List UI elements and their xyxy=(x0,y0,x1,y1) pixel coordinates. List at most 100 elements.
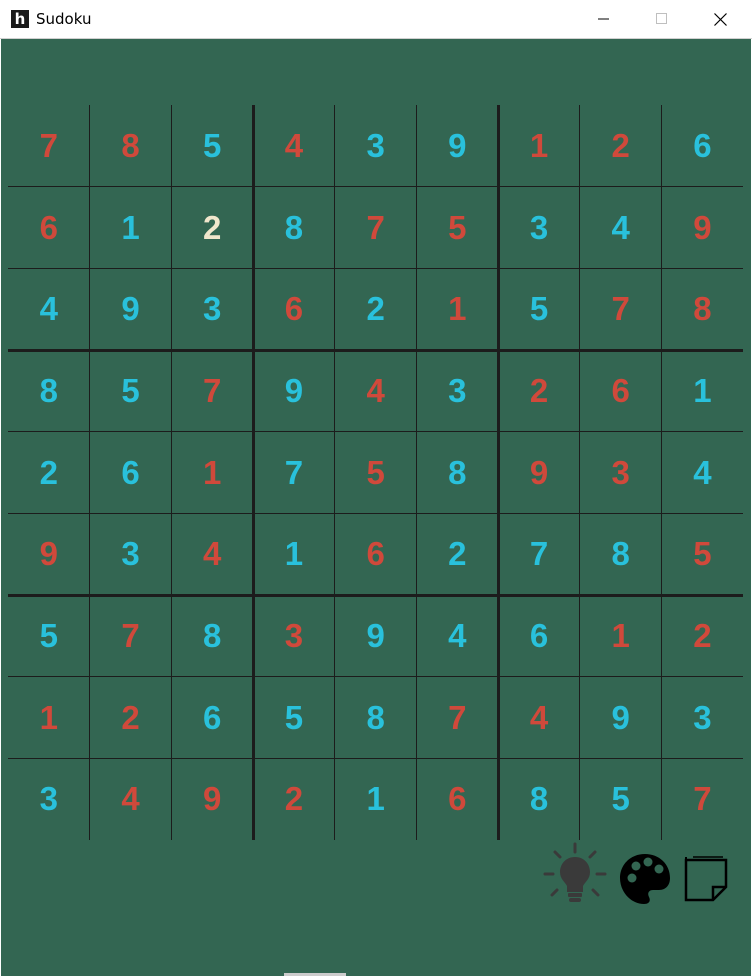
sudoku-cell-r1c9[interactable]: 6 xyxy=(662,105,744,187)
sudoku-cell-r4c6[interactable]: 3 xyxy=(417,350,499,432)
sudoku-cell-r4c7[interactable]: 2 xyxy=(498,350,580,432)
sudoku-cell-r2c2[interactable]: 1 xyxy=(90,187,172,269)
sudoku-cell-r4c1[interactable]: 8 xyxy=(8,350,90,432)
sudoku-cell-r7c1[interactable]: 5 xyxy=(8,595,90,677)
sudoku-cell-r4c8[interactable]: 6 xyxy=(580,350,662,432)
sudoku-cell-r5c7[interactable]: 9 xyxy=(498,432,580,514)
maximize-icon xyxy=(656,13,667,24)
grid-line-vertical xyxy=(416,105,417,841)
sudoku-cell-r2c5[interactable]: 7 xyxy=(335,187,417,269)
sudoku-cell-r5c8[interactable]: 3 xyxy=(580,432,662,514)
sudoku-cell-r9c1[interactable]: 3 xyxy=(8,759,90,841)
resize-grip[interactable] xyxy=(284,973,346,976)
sudoku-cell-r6c8[interactable]: 8 xyxy=(580,514,662,596)
sudoku-cell-r9c6[interactable]: 6 xyxy=(417,759,499,841)
sudoku-cell-r2c7[interactable]: 3 xyxy=(498,187,580,269)
sudoku-cell-r6c5[interactable]: 6 xyxy=(335,514,417,596)
sudoku-cell-r2c9[interactable]: 9 xyxy=(662,187,744,269)
sudoku-board: 7854391266128753494936215788579432612617… xyxy=(8,105,744,841)
sudoku-cell-r3c4[interactable]: 6 xyxy=(253,268,335,350)
sudoku-cell-r9c3[interactable]: 9 xyxy=(171,759,253,841)
game-area: 7854391266128753494936215788579432612617… xyxy=(1,39,751,976)
sudoku-cell-r7c7[interactable]: 6 xyxy=(498,595,580,677)
sudoku-cell-r6c3[interactable]: 4 xyxy=(171,514,253,596)
sudoku-cell-r9c5[interactable]: 1 xyxy=(335,759,417,841)
close-button[interactable] xyxy=(697,0,743,38)
sudoku-cell-r8c1[interactable]: 1 xyxy=(8,677,90,759)
sudoku-cell-r3c1[interactable]: 4 xyxy=(8,268,90,350)
sudoku-cell-r4c5[interactable]: 4 xyxy=(335,350,417,432)
sudoku-cell-r3c8[interactable]: 7 xyxy=(580,268,662,350)
sudoku-cell-r2c6[interactable]: 5 xyxy=(417,187,499,269)
sudoku-cell-r4c4[interactable]: 9 xyxy=(253,350,335,432)
grid-line-vertical xyxy=(579,105,581,841)
sudoku-cell-r2c8[interactable]: 4 xyxy=(580,187,662,269)
sudoku-cell-r1c1[interactable]: 7 xyxy=(8,105,90,187)
sudoku-cell-r3c6[interactable]: 1 xyxy=(417,268,499,350)
sudoku-cell-r7c9[interactable]: 2 xyxy=(662,595,744,677)
sudoku-cell-r9c4[interactable]: 2 xyxy=(253,759,335,841)
title-bar[interactable]: h Sudoku xyxy=(0,0,752,39)
sudoku-cell-r5c2[interactable]: 6 xyxy=(90,432,172,514)
sudoku-cell-r7c3[interactable]: 8 xyxy=(171,595,253,677)
sudoku-cell-r8c8[interactable]: 9 xyxy=(580,677,662,759)
grid-line-vertical xyxy=(334,105,336,841)
sudoku-cell-r5c5[interactable]: 5 xyxy=(335,432,417,514)
sudoku-cell-r5c9[interactable]: 4 xyxy=(662,432,744,514)
sudoku-cell-r8c6[interactable]: 7 xyxy=(417,677,499,759)
sudoku-cell-r3c7[interactable]: 5 xyxy=(498,268,580,350)
sudoku-cell-r7c8[interactable]: 1 xyxy=(580,595,662,677)
sudoku-cell-r1c2[interactable]: 8 xyxy=(90,105,172,187)
sudoku-cell-r3c5[interactable]: 2 xyxy=(335,268,417,350)
sudoku-cell-r8c3[interactable]: 6 xyxy=(171,677,253,759)
sudoku-cell-r6c6[interactable]: 2 xyxy=(417,514,499,596)
sudoku-cell-r5c6[interactable]: 8 xyxy=(417,432,499,514)
sudoku-cell-r7c2[interactable]: 7 xyxy=(90,595,172,677)
sudoku-cell-r4c9[interactable]: 1 xyxy=(662,350,744,432)
sudoku-cell-r1c5[interactable]: 3 xyxy=(335,105,417,187)
sudoku-cell-r6c7[interactable]: 7 xyxy=(498,514,580,596)
sudoku-cell-r9c2[interactable]: 4 xyxy=(90,759,172,841)
minimize-icon xyxy=(598,18,609,20)
sudoku-cell-r8c9[interactable]: 3 xyxy=(662,677,744,759)
sudoku-cell-r6c4[interactable]: 1 xyxy=(253,514,335,596)
sudoku-cell-r4c2[interactable]: 5 xyxy=(90,350,172,432)
sudoku-cell-r1c4[interactable]: 4 xyxy=(253,105,335,187)
grid-line-horizontal xyxy=(8,513,744,514)
close-icon xyxy=(713,12,727,26)
sudoku-cell-r9c8[interactable]: 5 xyxy=(580,759,662,841)
sudoku-cell-r2c1[interactable]: 6 xyxy=(8,187,90,269)
sudoku-cell-r6c1[interactable]: 9 xyxy=(8,514,90,596)
notes-button[interactable] xyxy=(683,855,731,903)
minimize-button[interactable] xyxy=(581,0,627,38)
sudoku-cell-r7c4[interactable]: 3 xyxy=(253,595,335,677)
sudoku-cell-r1c7[interactable]: 1 xyxy=(498,105,580,187)
sudoku-cell-r8c4[interactable]: 5 xyxy=(253,677,335,759)
sudoku-cell-r9c9[interactable]: 7 xyxy=(662,759,744,841)
sudoku-cell-r5c3[interactable]: 1 xyxy=(171,432,253,514)
sudoku-cell-r2c3[interactable]: 2 xyxy=(171,187,253,269)
sudoku-cell-r1c3[interactable]: 5 xyxy=(171,105,253,187)
sudoku-cell-r6c9[interactable]: 5 xyxy=(662,514,744,596)
theme-button[interactable] xyxy=(618,852,672,906)
sudoku-cell-r3c9[interactable]: 8 xyxy=(662,268,744,350)
sudoku-cell-r6c2[interactable]: 3 xyxy=(90,514,172,596)
sudoku-cell-r4c3[interactable]: 7 xyxy=(171,350,253,432)
hint-button[interactable] xyxy=(543,842,607,906)
sudoku-cell-r8c7[interactable]: 4 xyxy=(498,677,580,759)
sudoku-cell-r5c1[interactable]: 2 xyxy=(8,432,90,514)
sudoku-cell-r8c5[interactable]: 8 xyxy=(335,677,417,759)
sudoku-cell-r1c6[interactable]: 9 xyxy=(417,105,499,187)
sudoku-cell-r9c7[interactable]: 8 xyxy=(498,759,580,841)
grid-line-horizontal xyxy=(8,267,744,269)
sudoku-cell-r8c2[interactable]: 2 xyxy=(90,677,172,759)
sudoku-cell-r7c6[interactable]: 4 xyxy=(417,595,499,677)
sudoku-cell-r1c8[interactable]: 2 xyxy=(580,105,662,187)
sudoku-cell-r3c2[interactable]: 9 xyxy=(90,268,172,350)
app-icon: h xyxy=(11,10,29,28)
sudoku-cell-r5c4[interactable]: 7 xyxy=(253,432,335,514)
sudoku-cell-r2c4[interactable]: 8 xyxy=(253,187,335,269)
hint-lightbulb-icon xyxy=(543,842,607,902)
sudoku-cell-r3c3[interactable]: 3 xyxy=(171,268,253,350)
sudoku-cell-r7c5[interactable]: 9 xyxy=(335,595,417,677)
